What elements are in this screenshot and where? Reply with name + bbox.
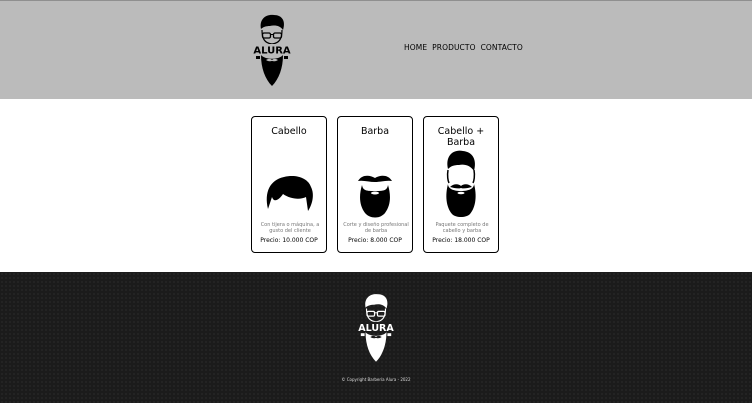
main-nav: HOME PRODUCTO CONTACTO — [404, 43, 523, 52]
card-title: Barba — [360, 126, 390, 137]
beard-icon — [358, 175, 392, 218]
card-price: Precio: 10.000 COP — [260, 237, 318, 244]
alura-footer-logo: ALURA — [358, 294, 394, 362]
alura-logo[interactable]: ALURA — [252, 13, 292, 88]
nav-home[interactable]: HOME — [404, 43, 427, 52]
card-title: Cabello + Barba — [437, 126, 485, 148]
copyright-text: © Copyright Barbería Alura - 2022 — [341, 377, 411, 382]
nav-contacto[interactable]: CONTACTO — [481, 43, 523, 52]
card-description: Con tijera o máquina, a gusto del client… — [260, 222, 320, 234]
svg-text:ALURA: ALURA — [358, 323, 394, 334]
nav-producto[interactable]: PRODUCTO — [432, 43, 475, 52]
hair-icon — [266, 176, 313, 211]
card-price: Precio: 8.000 COP — [348, 237, 402, 244]
product-card-barba[interactable]: Barba Corte y diseño profesional de barb… — [337, 116, 413, 253]
card-description: Corte y diseño profesional de barba — [343, 222, 409, 234]
products-section: Cabello Con tijera o máquina, a gusto de… — [0, 99, 752, 272]
product-card-cabello[interactable]: Cabello Con tijera o máquina, a gusto de… — [251, 116, 327, 253]
product-card-cabello-barba[interactable]: Cabello + Barba Paquete completo de cabe… — [423, 116, 499, 253]
site-footer: ALURA © Copyright Barbería Alura - 2022 — [0, 272, 752, 403]
hair-beard-icon — [446, 150, 476, 217]
card-title: Cabello — [271, 126, 307, 137]
svg-text:ALURA: ALURA — [253, 46, 291, 57]
card-description: Paquete completo de cabello y barba — [435, 222, 489, 234]
site-header: ALURA HOME PRODUCTO CONTACTO — [0, 0, 752, 99]
card-price: Precio: 18.000 COP — [432, 237, 490, 244]
